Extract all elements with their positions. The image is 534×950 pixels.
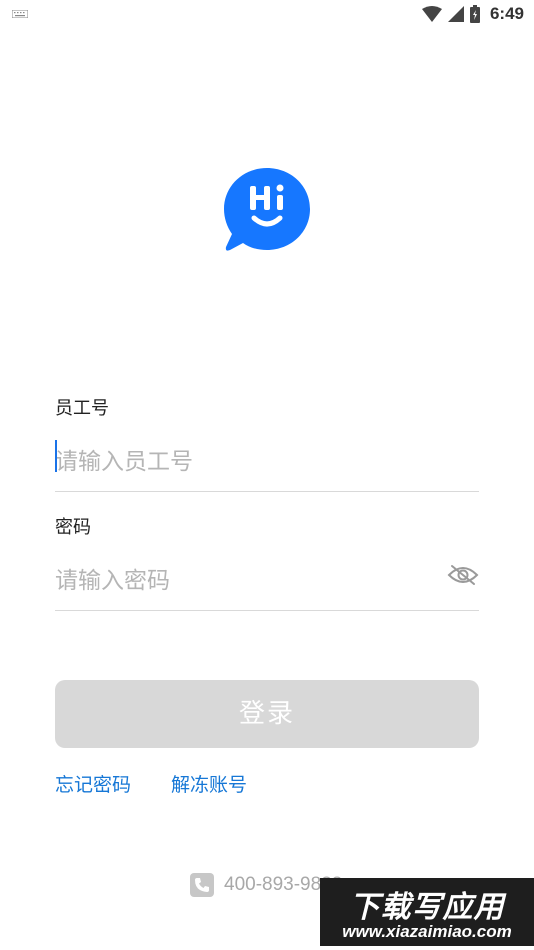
password-label: 密码 (55, 517, 91, 538)
eye-off-icon[interactable] (447, 563, 479, 587)
battery-icon (469, 5, 480, 23)
keyboard-icon (12, 10, 28, 18)
password-field-wrap (55, 551, 479, 611)
chat-bubble-logo-icon (224, 168, 310, 251)
status-bar: 6:49 (0, 0, 534, 30)
watermark: 下载写应用 www.xiazaimiao.com (320, 878, 534, 946)
wifi-icon (421, 6, 442, 22)
employee-id-input[interactable] (55, 432, 479, 491)
login-button[interactable]: 登录 (55, 680, 479, 748)
phone-icon (190, 873, 214, 897)
status-time: 6:49 (489, 4, 524, 23)
employee-id-label: 员工号 (55, 398, 109, 419)
signal-icon (447, 6, 464, 22)
password-input[interactable] (55, 551, 479, 610)
watermark-url: www.xiazaimiao.com (342, 922, 512, 941)
text-caret (55, 440, 57, 472)
unfreeze-account-link[interactable]: 解冻账号 (171, 770, 247, 797)
employee-id-field-wrap (55, 432, 479, 492)
forgot-password-link[interactable]: 忘记密码 (55, 770, 131, 797)
watermark-title: 下载写应用 (349, 890, 505, 925)
